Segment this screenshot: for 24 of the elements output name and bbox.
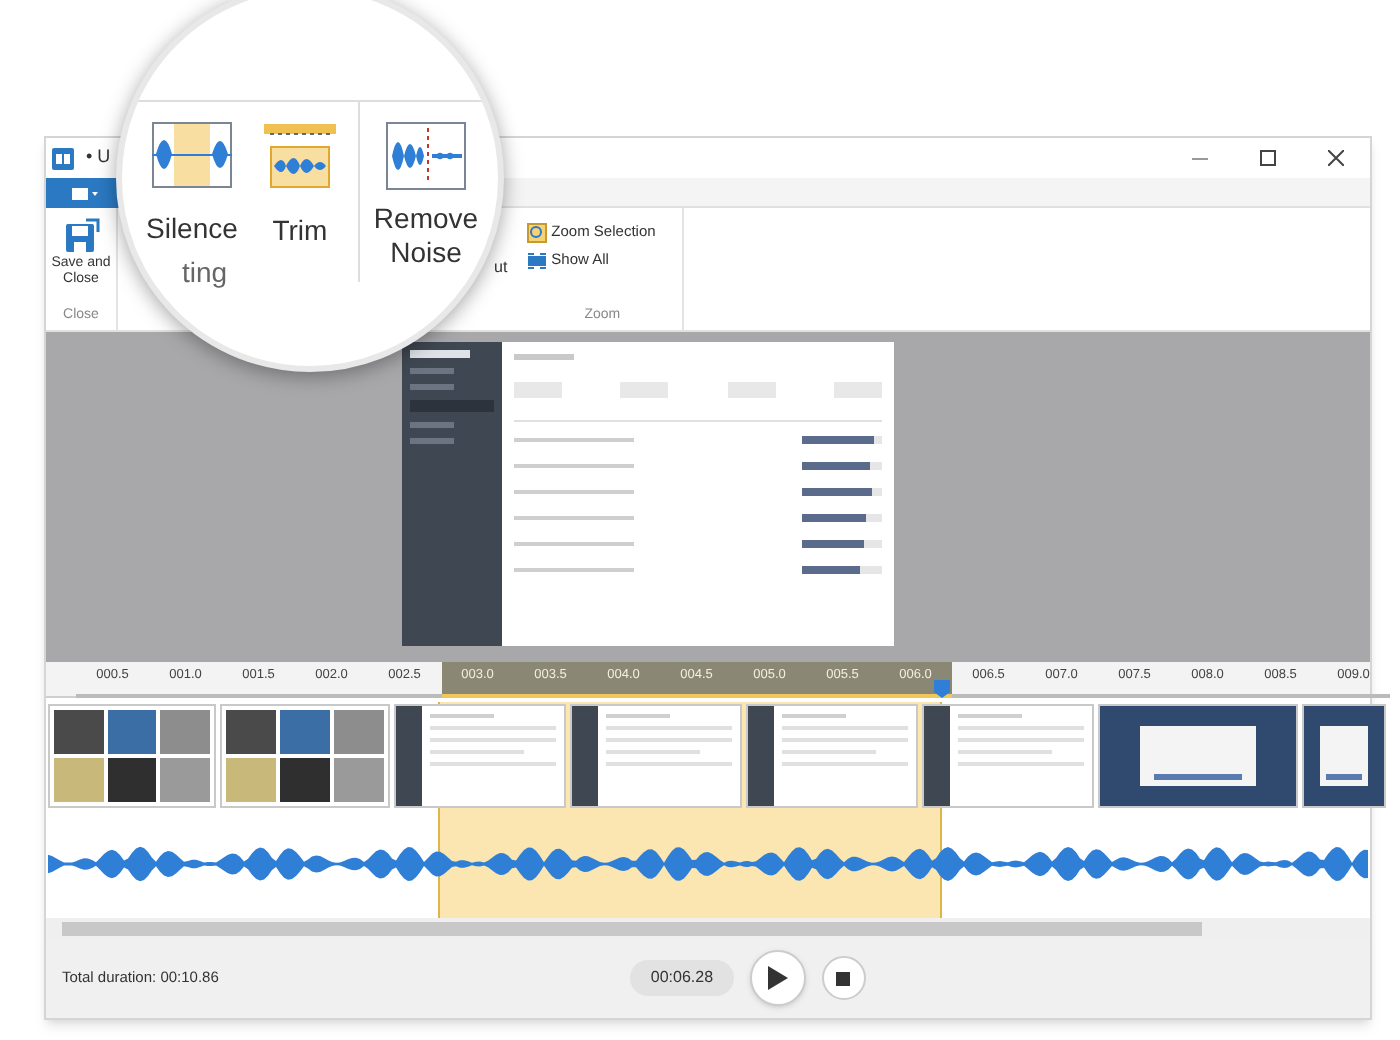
remove-noise-button[interactable]: Remove Noise <box>370 122 482 282</box>
expand-icon <box>525 249 548 271</box>
current-time-display: 00:06.28 <box>630 960 734 996</box>
ribbon-button-label: ut <box>494 256 508 276</box>
app-logo-icon <box>52 147 74 169</box>
stop-icon <box>836 971 851 985</box>
ribbon-group-label: ting <box>180 254 230 292</box>
play-icon <box>767 966 788 990</box>
save-icon <box>61 216 101 256</box>
silence-button[interactable]: Silence <box>146 122 238 252</box>
waveform-noise-icon <box>386 122 466 190</box>
maximize-icon <box>1260 150 1276 166</box>
menu-icon <box>72 185 100 201</box>
playhead-marker-icon[interactable] <box>933 680 950 698</box>
trim-button[interactable]: Trim <box>261 122 338 252</box>
stop-button[interactable] <box>821 956 866 1000</box>
play-button[interactable] <box>749 950 806 1006</box>
waveform-silence-icon <box>151 122 232 188</box>
window-title: • U <box>86 144 111 171</box>
waveform-trim-icon <box>261 122 338 190</box>
close-icon <box>1328 150 1344 166</box>
zoom-icon <box>525 221 548 243</box>
minimize-icon <box>1192 157 1208 159</box>
horizontal-scrollbar[interactable] <box>46 918 1370 938</box>
